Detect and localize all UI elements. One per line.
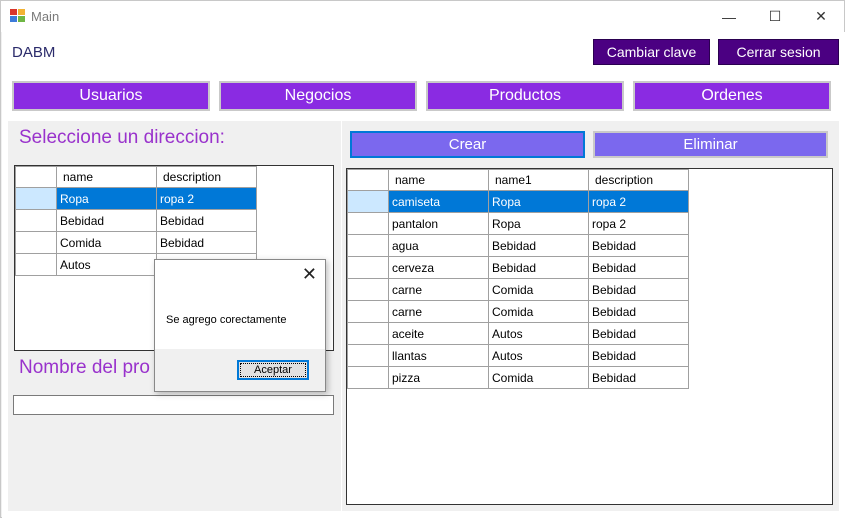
product-name-label: Nombre del pro [19, 357, 150, 378]
cell-description[interactable]: Bebidad [588, 322, 689, 345]
row-header[interactable] [347, 366, 389, 389]
cell-name1[interactable]: Comida [488, 366, 589, 389]
cell-name1[interactable]: Ropa [488, 212, 589, 235]
row-header[interactable] [347, 344, 389, 367]
maximize-button[interactable]: ☐ [752, 1, 798, 32]
table-row[interactable]: Bebidad Bebidad [15, 209, 257, 232]
row-header[interactable] [347, 212, 389, 235]
row-header-corner [15, 166, 57, 188]
cell-name1[interactable]: Bebidad [488, 234, 589, 257]
row-header[interactable] [347, 278, 389, 301]
product-name-input[interactable] [13, 395, 334, 415]
cell-name1[interactable]: Comida [488, 300, 589, 323]
cell-name[interactable]: agua [388, 234, 489, 257]
row-header[interactable] [347, 300, 389, 323]
cell-description[interactable]: Bebidad [588, 366, 689, 389]
cell-name[interactable]: llantas [388, 344, 489, 367]
cell-description[interactable]: ropa 2 [588, 190, 689, 213]
column-header-description[interactable]: description [156, 166, 257, 188]
cell-name1[interactable]: Ropa [488, 190, 589, 213]
column-header-description[interactable]: description [588, 169, 689, 191]
cell-name[interactable]: pizza [388, 366, 489, 389]
row-header[interactable] [347, 256, 389, 279]
maximize-icon: ☐ [768, 8, 782, 24]
cell-name[interactable]: Ropa [56, 187, 157, 210]
cell-name[interactable]: carne [388, 300, 489, 323]
row-header[interactable] [15, 187, 57, 210]
window-title: Main [31, 9, 60, 24]
app-icon [10, 9, 26, 23]
table-row[interactable]: Comida Bebidad [15, 231, 257, 254]
minimize-icon: — [722, 8, 736, 25]
brand-label: DABM [12, 44, 56, 61]
column-header-name[interactable]: name [388, 169, 489, 191]
cell-name[interactable]: cerveza [388, 256, 489, 279]
table-row[interactable]: cerveza Bebidad Bebidad [347, 256, 689, 279]
row-header[interactable] [15, 253, 57, 276]
row-header[interactable] [347, 322, 389, 345]
cell-description[interactable]: Bebidad [156, 231, 257, 254]
cell-name[interactable]: carne [388, 278, 489, 301]
close-window-button[interactable]: ✕ [798, 1, 844, 32]
cell-name[interactable]: Autos [56, 253, 157, 276]
column-header-name1[interactable]: name1 [488, 169, 589, 191]
cell-name[interactable]: Comida [56, 231, 157, 254]
cell-name1[interactable]: Autos [488, 344, 589, 367]
main-window: Main — ☐ ✕ DABM Cambiar clave Cerrar ses… [0, 0, 845, 518]
cell-name[interactable]: pantalon [388, 212, 489, 235]
cell-name1[interactable]: Comida [488, 278, 589, 301]
cell-description[interactable]: Bebidad [588, 344, 689, 367]
table-row[interactable]: llantas Autos Bebidad [347, 344, 689, 367]
cell-description[interactable]: Bebidad [588, 256, 689, 279]
table-row[interactable]: pantalon Ropa ropa 2 [347, 212, 689, 235]
cell-description[interactable]: ropa 2 [588, 212, 689, 235]
table-row[interactable]: carne Comida Bebidad [347, 278, 689, 301]
table-row[interactable]: pizza Comida Bebidad [347, 366, 689, 389]
table-row[interactable]: Ropa ropa 2 [15, 187, 257, 210]
create-button[interactable]: Crear [350, 131, 585, 158]
cell-description[interactable]: Bebidad [156, 209, 257, 232]
row-header-corner [347, 169, 389, 191]
table-row[interactable]: agua Bebidad Bebidad [347, 234, 689, 257]
logout-button[interactable]: Cerrar sesion [718, 39, 839, 65]
cell-description[interactable]: Bebidad [588, 234, 689, 257]
accept-button[interactable]: Aceptar [237, 360, 309, 380]
cell-description[interactable]: Bebidad [588, 300, 689, 323]
row-header[interactable] [347, 190, 389, 213]
row-header[interactable] [347, 234, 389, 257]
column-header-name[interactable]: name [56, 166, 157, 188]
row-header[interactable] [15, 231, 57, 254]
cell-name[interactable]: Bebidad [56, 209, 157, 232]
nav-orders-button[interactable]: Ordenes [633, 81, 831, 111]
dialog-close-icon[interactable]: ✕ [302, 264, 317, 285]
message-dialog: ✕ Se agrego corectamente Aceptar [154, 259, 326, 392]
cell-name1[interactable]: Bebidad [488, 256, 589, 279]
nav-users-button[interactable]: Usuarios [12, 81, 210, 111]
cell-name[interactable]: camiseta [388, 190, 489, 213]
title-bar: Main — ☐ ✕ [1, 1, 844, 32]
cell-description[interactable]: Bebidad [588, 278, 689, 301]
select-direction-label: Seleccione un direccion: [19, 127, 225, 148]
cell-name[interactable]: aceite [388, 322, 489, 345]
table-row[interactable]: aceite Autos Bebidad [347, 322, 689, 345]
dialog-message: Se agrego corectamente [166, 314, 287, 326]
minimize-button[interactable]: — [706, 1, 752, 32]
cell-name1[interactable]: Autos [488, 322, 589, 345]
products-grid[interactable]: name name1 description camiseta Ropa ropa … [346, 168, 833, 505]
change-password-button[interactable]: Cambiar clave [593, 39, 710, 65]
close-icon: ✕ [815, 8, 827, 24]
delete-button[interactable]: Eliminar [593, 131, 828, 158]
table-row[interactable]: carne Comida Bebidad [347, 300, 689, 323]
nav-businesses-button[interactable]: Negocios [219, 81, 417, 111]
table-row[interactable]: camiseta Ropa ropa 2 [347, 190, 689, 213]
nav-products-button[interactable]: Productos [426, 81, 624, 111]
dialog-footer: Aceptar [155, 349, 325, 391]
cell-description[interactable]: ropa 2 [156, 187, 257, 210]
row-header[interactable] [15, 209, 57, 232]
